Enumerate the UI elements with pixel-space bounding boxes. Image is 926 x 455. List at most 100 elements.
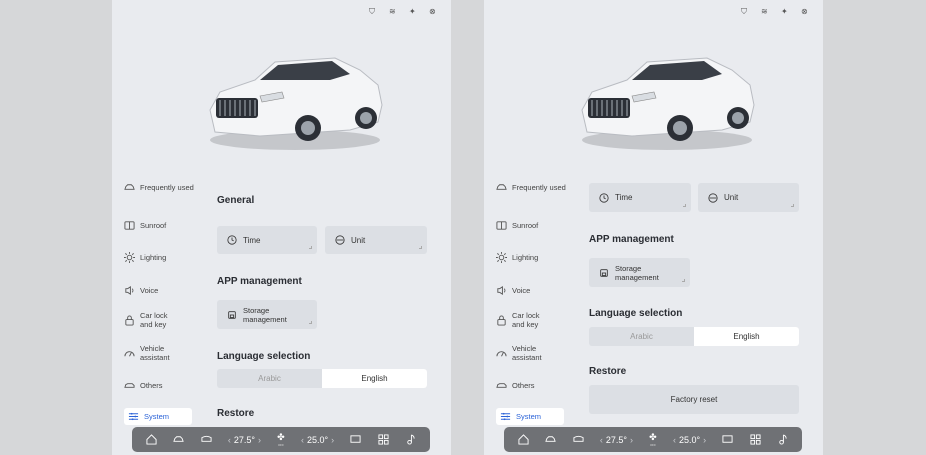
expand-corner-icon (683, 204, 686, 207)
language-option-arabic[interactable]: Arabic (589, 327, 694, 346)
clock-icon (599, 192, 609, 203)
storage-label: Storage management (243, 305, 287, 324)
screen-icon (350, 435, 361, 443)
language-option-english[interactable]: English (694, 327, 799, 346)
sidebar-item-label: System (516, 412, 542, 421)
seat-icon: ⛉ (741, 7, 747, 16)
sidebar-item-lighting[interactable]: Lighting (496, 252, 576, 263)
light-icon (496, 252, 507, 263)
home-button[interactable] (518, 434, 529, 445)
sidebar-item-lighting[interactable]: Lighting (124, 252, 204, 263)
expand-corner-icon (419, 246, 422, 249)
chevron-left-icon[interactable]: ‹ (600, 435, 603, 445)
sidebar-item-vehicle-assistant[interactable]: Vehicle assistant (124, 344, 204, 362)
fan-status: OFF (649, 443, 656, 447)
car-icon (496, 184, 507, 190)
apps-grid-icon (750, 434, 761, 445)
car-icon (173, 436, 185, 442)
defrost-button[interactable] (201, 434, 212, 445)
chevron-left-icon[interactable]: ‹ (301, 435, 304, 445)
lock-icon (497, 314, 506, 326)
home-icon (518, 434, 529, 445)
apps-button[interactable] (378, 434, 389, 445)
app-management-title: APP management (217, 276, 302, 287)
music-button[interactable] (405, 434, 416, 445)
time-button[interactable]: Time (589, 183, 691, 212)
sunroof-icon (124, 221, 135, 230)
sidebar-item-sunroof[interactable]: Sunroof (124, 220, 204, 231)
bluetooth-icon: ✦ (409, 7, 416, 16)
music-button[interactable] (777, 434, 788, 445)
language-option-arabic[interactable]: Arabic (217, 369, 322, 388)
status-icons: ⛉ ≋ ✦ ⊗ (741, 8, 809, 16)
left-temperature[interactable]: ‹ 27.5° › (600, 435, 633, 445)
music-note-icon (407, 434, 415, 445)
language-segmented-control: Arabic English (589, 327, 799, 346)
restore-title: Restore (589, 366, 627, 377)
defrost-button[interactable] (573, 434, 584, 445)
settings-panel-right: ⛉ ≋ ✦ ⊗ Frequently used Sunroof Lighting… (484, 0, 823, 455)
unit-button[interactable]: Unit (698, 183, 799, 212)
others-car-icon (496, 383, 507, 388)
screen-button[interactable] (350, 434, 361, 445)
home-button[interactable] (146, 434, 157, 445)
storage-icon (228, 310, 236, 319)
sidebar-item-frequently-used[interactable]: Frequently used (124, 182, 204, 193)
screen-button[interactable] (722, 434, 733, 445)
sidebar-item-system[interactable]: System (124, 408, 192, 425)
time-button[interactable]: Time (217, 226, 317, 254)
chevron-right-icon[interactable]: › (331, 435, 334, 445)
sidebar-item-system[interactable]: System (496, 408, 564, 425)
sidebar-item-label: Car lock and key (512, 311, 540, 329)
unit-label: Unit (351, 235, 366, 245)
car-button[interactable] (173, 434, 185, 445)
fan-icon: ✤ (649, 432, 657, 442)
unit-button[interactable]: Unit (325, 226, 427, 254)
language-option-english[interactable]: English (322, 369, 427, 388)
sunroof-icon (496, 221, 507, 230)
restore-title: Restore (217, 408, 255, 419)
climate-bar: ‹ 27.5° › ✤ OFF ‹ 25.0° › (132, 427, 430, 452)
climate-bar: ‹ 27.5° › ✤ OFF ‹ 25.0° › (504, 427, 802, 452)
chevron-right-icon[interactable]: › (630, 435, 633, 445)
clock-icon (227, 235, 237, 245)
sidebar-item-car-lock[interactable]: Car lock and key (124, 311, 204, 329)
apps-grid-icon (378, 434, 389, 445)
fan-button[interactable]: ✤ OFF (649, 432, 657, 447)
sidebar-item-sunroof[interactable]: Sunroof (496, 220, 576, 231)
right-temperature-value: 25.0° (678, 434, 701, 445)
storage-management-button[interactable]: Storage management (589, 258, 690, 287)
right-temperature-value: 25.0° (306, 434, 329, 445)
chevron-left-icon[interactable]: ‹ (673, 435, 676, 445)
sidebar-item-voice[interactable]: Voice (124, 285, 204, 296)
voice-icon (125, 285, 134, 296)
fan-icon: ✤ (277, 432, 285, 442)
expand-corner-icon (791, 204, 794, 207)
chevron-left-icon[interactable]: ‹ (228, 435, 231, 445)
sidebar-item-others[interactable]: Others (124, 380, 204, 391)
left-temperature-value: 27.5° (233, 434, 255, 445)
right-temperature[interactable]: ‹ 25.0° › (301, 435, 334, 445)
chevron-right-icon[interactable]: › (258, 435, 261, 445)
car-button[interactable] (545, 434, 557, 445)
defrost-icon: ≋ (761, 7, 768, 16)
storage-management-button[interactable]: Storage management (217, 300, 317, 329)
sidebar-item-label: System (144, 412, 170, 421)
sidebar-item-label: Voice (140, 286, 159, 295)
sidebar-item-others[interactable]: Others (496, 380, 576, 391)
sidebar-item-car-lock[interactable]: Car lock and key (496, 311, 576, 329)
fan-button[interactable]: ✤ OFF (277, 432, 285, 447)
defrost-icon (201, 435, 212, 442)
right-temperature[interactable]: ‹ 25.0° › (673, 435, 706, 445)
chevron-right-icon[interactable]: › (703, 435, 706, 445)
sidebar-item-vehicle-assistant[interactable]: Vehicle assistant (496, 344, 576, 362)
storage-icon (600, 268, 608, 277)
sidebar-item-label: Others (140, 381, 163, 390)
lock-icon (125, 314, 134, 326)
sidebar-item-frequently-used[interactable]: Frequently used (496, 182, 576, 193)
factory-reset-button[interactable]: Factory reset (589, 385, 799, 414)
sidebar-item-label: Frequently used (140, 183, 194, 192)
apps-button[interactable] (750, 434, 761, 445)
sidebar-item-voice[interactable]: Voice (496, 285, 576, 296)
left-temperature[interactable]: ‹ 27.5° › (228, 435, 261, 445)
